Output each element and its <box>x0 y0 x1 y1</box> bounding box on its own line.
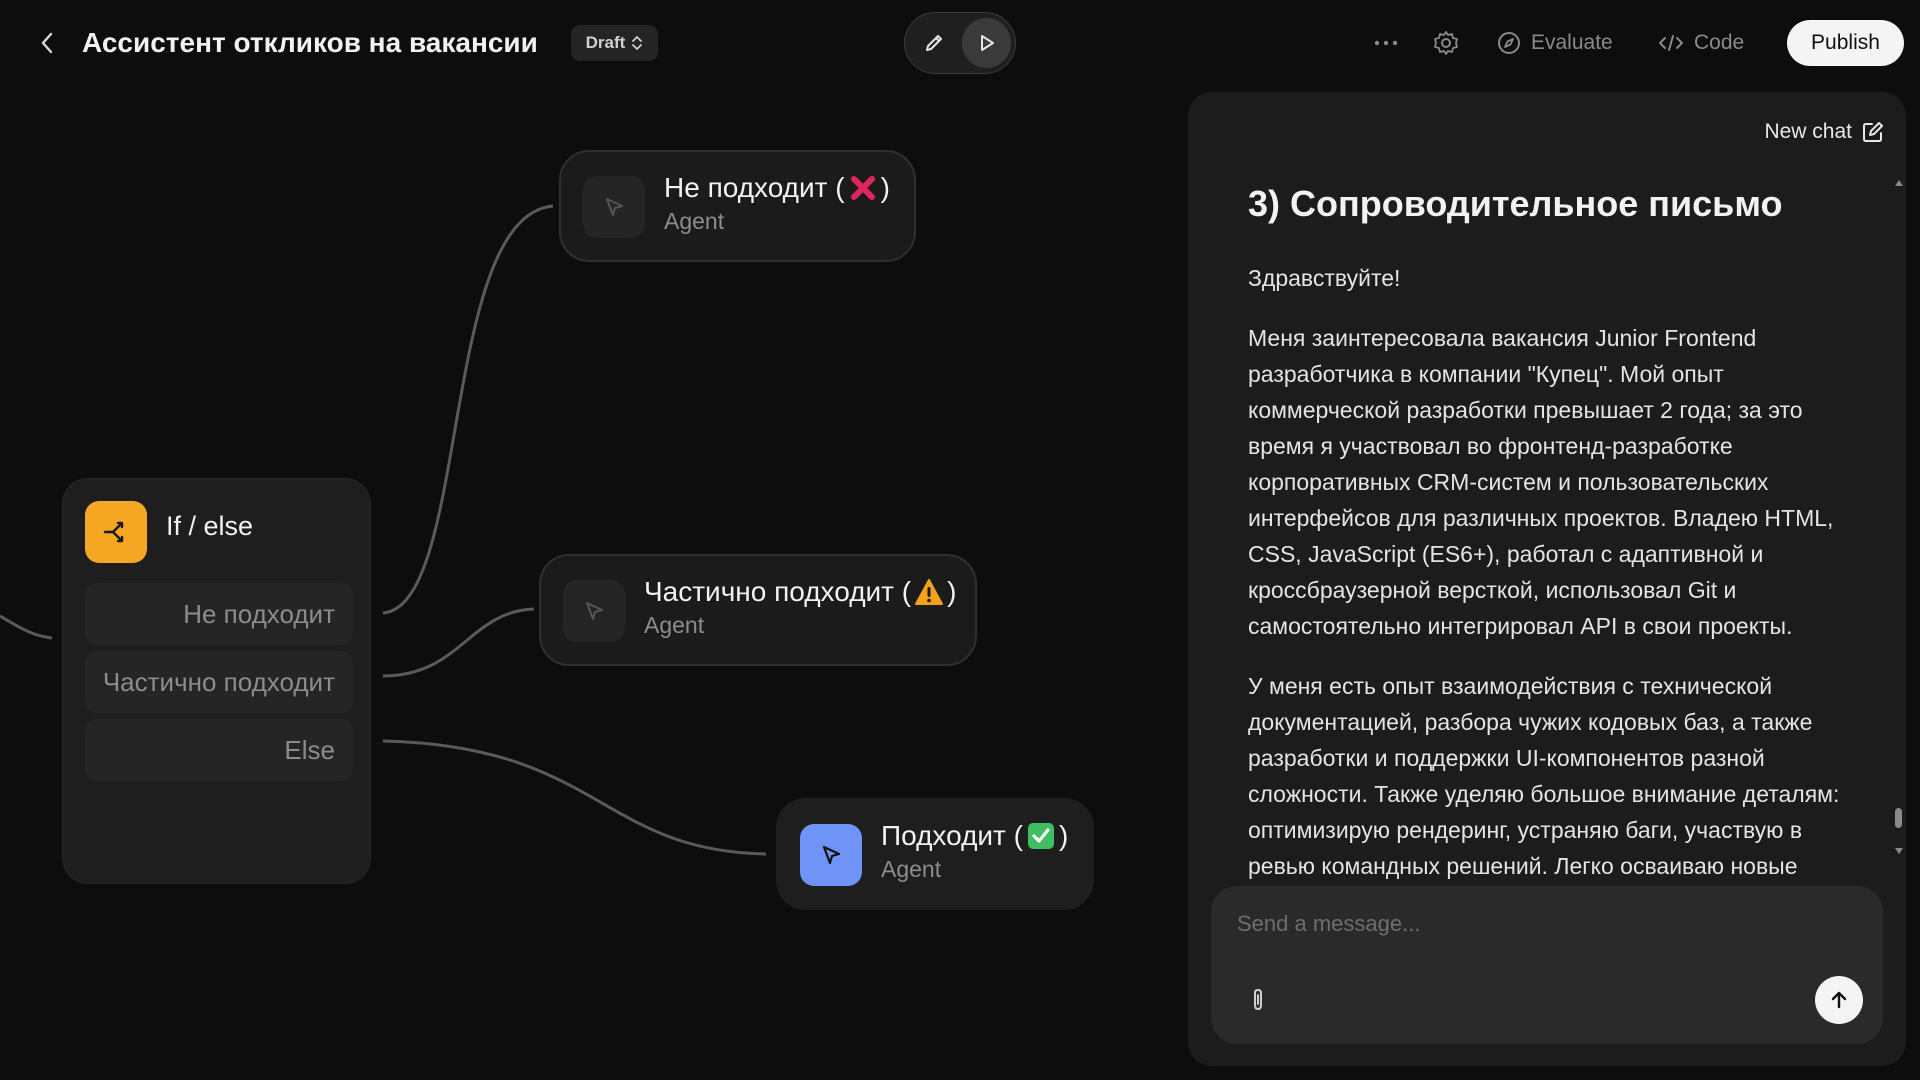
ifelse-node-icon <box>85 501 147 563</box>
more-button[interactable] <box>1374 24 1398 62</box>
agent-node-title: Подходит ( ) <box>881 820 1069 852</box>
agent-node-fit[interactable]: Подходит ( ) Agent <box>776 798 1094 910</box>
agent-node-title: Не подходит ( ) <box>664 172 890 204</box>
back-button[interactable] <box>34 28 60 58</box>
edge-else <box>382 739 767 856</box>
scroll-up-arrow-icon[interactable] <box>1895 180 1903 186</box>
top-bar: Ассистент откликов на вакансии Draft Eva… <box>0 0 1920 86</box>
page-title: Ассистент откликов на вакансии <box>82 27 538 58</box>
message-heading: 3) Сопроводительное письмо <box>1248 183 1783 224</box>
evaluate-label: Evaluate <box>1531 31 1613 54</box>
pencil-icon <box>925 35 942 51</box>
message-composer <box>1211 886 1883 1044</box>
condition-partial-fit[interactable]: Частично подходит <box>85 651 353 713</box>
edge-not-fit <box>382 204 554 615</box>
chat-messages[interactable]: 3) Сопроводительное письмо Здравствуйте!… <box>1248 180 1853 956</box>
message-paragraph: У меня есть опыт взаимодействия с технич… <box>1248 673 1840 879</box>
attach-button[interactable] <box>1245 982 1271 1018</box>
new-chat-button[interactable]: New chat <box>1764 120 1884 144</box>
condition-not-fit[interactable]: Не подходит <box>85 583 353 645</box>
edge-partial-fit <box>382 607 535 678</box>
branch-icon <box>103 521 124 543</box>
send-button[interactable] <box>1815 976 1863 1024</box>
cursor-arrow-icon <box>586 602 603 620</box>
code-button[interactable]: Code <box>1658 24 1744 62</box>
ellipsis-icon <box>1374 40 1398 46</box>
new-chat-label: New chat <box>1764 120 1852 143</box>
chevron-up-down-icon <box>632 36 643 50</box>
compass-icon <box>1498 32 1520 54</box>
message-input[interactable] <box>1235 904 1835 944</box>
agent-node-subtitle: Agent <box>664 208 725 234</box>
play-icon <box>980 35 994 51</box>
mode-toggle <box>904 12 1016 74</box>
agent-node-icon <box>583 176 645 238</box>
workflow-canvas[interactable]: If / else Не подходит Частично подходит … <box>0 86 1180 1080</box>
message-paragraph: Здравствуйте! <box>1248 265 1401 291</box>
cursor-arrow-icon <box>822 845 841 865</box>
evaluate-button[interactable]: Evaluate <box>1497 24 1613 62</box>
chevron-left-icon <box>41 32 53 54</box>
cursor-arrow-icon <box>606 198 623 216</box>
edge-incoming <box>0 614 53 640</box>
check-mark-icon <box>1025 820 1057 852</box>
ifelse-node-title: If / else <box>166 511 254 541</box>
condition-else[interactable]: Else <box>85 719 353 781</box>
arrow-up-icon <box>1831 991 1847 1009</box>
edit-mode-button[interactable] <box>909 18 958 68</box>
publish-button[interactable]: Publish <box>1787 20 1904 66</box>
agent-node-icon <box>563 580 625 642</box>
cross-mark-icon <box>847 172 879 204</box>
agent-node-subtitle: Agent <box>644 612 705 638</box>
compose-icon <box>1863 122 1883 142</box>
agent-node-partial-fit[interactable]: Частично подходит ( ) Agent <box>539 554 977 666</box>
scroll-down-arrow-icon[interactable] <box>1895 848 1903 854</box>
paperclip-icon <box>1254 988 1262 1011</box>
ifelse-node[interactable]: If / else Не подходит Частично подходит … <box>62 478 371 884</box>
preview-mode-button[interactable] <box>962 18 1011 68</box>
chat-scrollbar[interactable] <box>1893 178 1905 864</box>
draft-badge[interactable]: Draft <box>571 25 658 61</box>
warning-icon <box>913 576 945 608</box>
code-label: Code <box>1694 31 1745 54</box>
agent-node-title: Частично подходит ( ) <box>644 576 957 608</box>
settings-button[interactable] <box>1433 24 1459 62</box>
agent-node-subtitle: Agent <box>881 856 942 882</box>
agent-node-icon <box>800 824 862 886</box>
code-icon <box>1659 35 1683 51</box>
gear-icon <box>1434 31 1458 55</box>
agent-node-not-fit[interactable]: Не подходит ( ) Agent <box>559 150 916 262</box>
draft-badge-label: Draft <box>585 33 626 52</box>
message-paragraph: Меня заинтересовала вакансия Junior Fron… <box>1248 325 1834 639</box>
scroll-thumb[interactable] <box>1895 808 1902 828</box>
